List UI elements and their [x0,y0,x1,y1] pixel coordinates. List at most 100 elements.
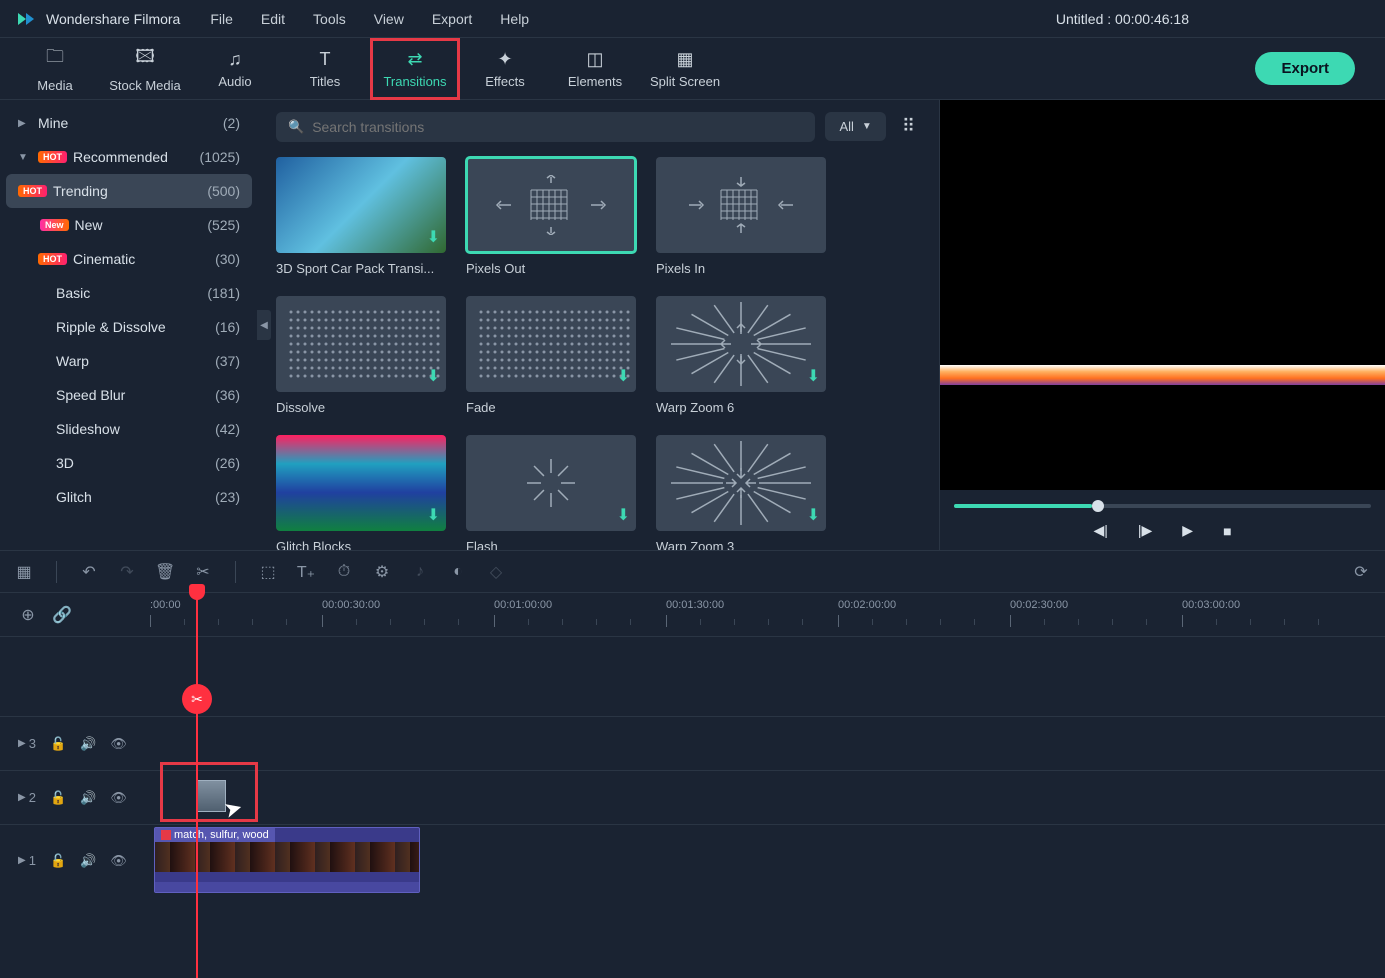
stock-icon: 🖾 [135,44,155,74]
transition-card-flash[interactable]: ⬇Flash [466,435,636,550]
playhead[interactable]: ✂ [196,592,198,978]
badge: HOT [18,185,47,197]
transition-card-glitch-blocks[interactable]: ⬇Glitch Blocks [276,435,446,550]
keyframe-button[interactable]: ◇ [486,562,506,582]
track-body[interactable]: match, sulfur, wood [150,825,1385,896]
transition-card-dissolve[interactable]: ⬇Dissolve [276,296,446,415]
tab-titles[interactable]: TTitles [280,38,370,100]
scrubber-knob[interactable] [1092,500,1104,512]
redo-button[interactable]: ↷ [117,562,137,582]
crop-button[interactable]: ⬚ [258,562,278,582]
sidebar-item-speed-blur[interactable]: Speed Blur(36) [0,378,258,412]
text-button[interactable]: T₊ [296,562,316,582]
play-button[interactable]: ▶ [1182,522,1193,539]
download-icon[interactable]: ⬇ [427,505,440,525]
menu-file[interactable]: File [210,11,233,27]
lock-icon[interactable]: 🔓 [50,853,66,869]
sidebar-count: (1025) [200,149,240,165]
add-track-icon[interactable]: ⊕ [18,605,38,625]
speed-button[interactable]: ⏱ [334,563,354,581]
tab-effects[interactable]: ✦Effects [460,38,550,100]
grid-view-icon[interactable]: ⠿ [896,110,921,143]
visibility-icon[interactable]: 👁 [110,736,127,752]
menu-tools[interactable]: Tools [313,11,346,27]
expand-icon: ▼ [18,152,32,163]
collapse-sidebar-button[interactable]: ◀ [257,310,271,340]
sidebar-item-basic[interactable]: Basic(181) [0,276,258,310]
download-icon[interactable]: ⬇ [617,366,630,386]
prev-frame-button[interactable]: ◀| [1093,522,1107,539]
sidebar-item-glitch[interactable]: Glitch(23) [0,480,258,514]
search-box[interactable]: 🔍 [276,112,815,142]
search-input[interactable] [312,119,803,135]
tab-stock-media[interactable]: 🖾Stock Media [100,38,190,100]
transition-card-3d-sport-car-pack-transi-[interactable]: ⬇3D Sport Car Pack Transi... [276,157,446,276]
split-button[interactable]: ✂ [193,562,213,582]
sidebar-item-warp[interactable]: Warp(37) [0,344,258,378]
arrange-icon[interactable]: ▦ [14,562,34,582]
sidebar-item-ripple-dissolve[interactable]: Ripple & Dissolve(16) [0,310,258,344]
stop-button[interactable]: ■ [1223,523,1231,539]
transition-card-warp-zoom-3[interactable]: ⬇ Warp Zoom 3 [656,435,826,550]
menu-export[interactable]: Export [432,11,472,27]
visibility-icon[interactable]: 👁 [110,853,127,869]
track-play-icon[interactable]: ▶3 [18,736,36,751]
visibility-icon[interactable]: 👁 [110,790,127,806]
sidebar-item-3d[interactable]: 3D(26) [0,446,258,480]
transition-card-pixels-out[interactable]: Pixels Out [466,157,636,276]
tab-media[interactable]: 🗀Media [10,38,100,100]
download-icon[interactable]: ⬇ [807,505,820,525]
menu-edit[interactable]: Edit [261,11,285,27]
transition-card-pixels-in[interactable]: Pixels In [656,157,826,276]
track-play-icon[interactable]: ▶1 [18,853,36,868]
sidebar-item-new[interactable]: NewNew(525) [0,208,258,242]
playhead-split-icon[interactable]: ✂ [182,684,212,714]
download-icon[interactable]: ⬇ [427,366,440,386]
color-button[interactable]: ◐ [448,563,468,581]
render-button[interactable]: ⟳ [1351,562,1371,582]
clip-label: match, sulfur, wood [155,828,275,842]
preview-scrubber[interactable] [954,504,1371,508]
sidebar-item-mine[interactable]: ▶Mine(2) [0,106,258,140]
transition-card-fade[interactable]: ⬇Fade [466,296,636,415]
tab-audio[interactable]: ♫Audio [190,38,280,100]
tab-transitions[interactable]: ⇄Transitions [370,38,460,100]
mute-icon[interactable]: 🔊 [80,736,96,752]
menu-view[interactable]: View [374,11,404,27]
download-icon[interactable]: ⬇ [617,505,630,525]
mute-icon[interactable]: 🔊 [80,790,96,806]
undo-button[interactable]: ↶ [79,562,99,582]
track-body[interactable] [150,717,1385,770]
export-button[interactable]: Export [1255,52,1355,85]
download-icon[interactable]: ⬇ [427,227,440,247]
track-play-icon[interactable]: ▶2 [18,790,36,805]
sidebar-item-slideshow[interactable]: Slideshow(42) [0,412,258,446]
adjust-button[interactable]: ⚙ [372,562,392,582]
lock-icon[interactable]: 🔓 [50,736,66,752]
sidebar-count: (37) [215,353,240,369]
next-frame-button[interactable]: |▶ [1138,522,1152,539]
tab-split-screen[interactable]: ▦Split Screen [640,38,730,100]
link-icon[interactable]: 🔗 [52,605,72,625]
transition-card-warp-zoom-6[interactable]: ⬇Warp Zoom 6 [656,296,826,415]
playhead-handle[interactable] [189,584,205,600]
mute-icon[interactable]: 🔊 [80,853,96,869]
video-clip[interactable]: match, sulfur, wood [154,827,420,893]
menu-help[interactable]: Help [500,11,529,27]
audio-button[interactable]: ♪ [410,563,430,581]
transition-thumbnail: ⬇ [276,435,446,531]
badge: New [40,219,69,231]
tab-elements[interactable]: ◫Elements [550,38,640,100]
transition-title: Warp Zoom 3 [656,539,826,550]
delete-button[interactable]: 🗑 [155,562,175,582]
track-body[interactable] [150,771,1385,824]
download-icon[interactable]: ⬇ [807,366,820,386]
preview-video[interactable] [940,100,1385,490]
lock-icon[interactable]: 🔓 [50,790,66,806]
filter-dropdown[interactable]: All▼ [825,112,885,141]
time-ruler[interactable]: :00:0000:00:30:0000:01:00:0000:01:30:000… [150,593,1385,636]
timeline: ⊕ 🔗 :00:0000:00:30:0000:01:00:0000:01:30… [0,592,1385,978]
sidebar-item-trending[interactable]: HOTTrending(500) [6,174,252,208]
sidebar-item-recommended[interactable]: ▼HOTRecommended(1025) [0,140,258,174]
sidebar-item-cinematic[interactable]: HOTCinematic(30) [0,242,258,276]
